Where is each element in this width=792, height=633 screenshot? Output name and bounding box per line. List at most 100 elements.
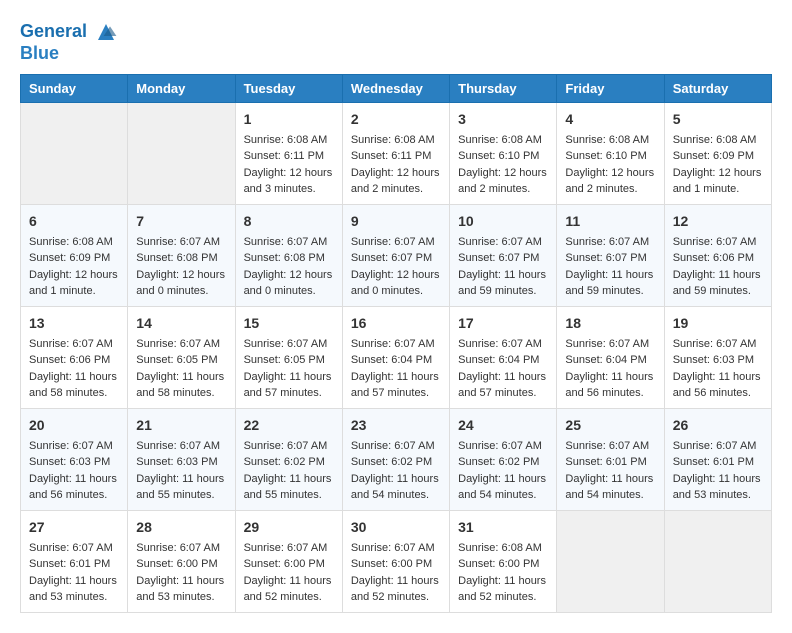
calendar-cell [128,102,235,204]
week-row-3: 13Sunrise: 6:07 AMSunset: 6:06 PMDayligh… [21,306,772,408]
day-number: 5 [673,109,763,130]
calendar-cell: 11Sunrise: 6:07 AMSunset: 6:07 PMDayligh… [557,204,664,306]
cell-content: and 0 minutes. [136,283,226,300]
cell-content: Sunrise: 6:08 AM [673,132,763,149]
day-number: 26 [673,415,763,436]
header-wednesday: Wednesday [342,74,449,102]
header-sunday: Sunday [21,74,128,102]
cell-content: and 59 minutes. [565,283,655,300]
calendar-cell: 24Sunrise: 6:07 AMSunset: 6:02 PMDayligh… [450,408,557,510]
cell-content: Daylight: 11 hours [351,573,441,590]
day-number: 2 [351,109,441,130]
cell-content: Sunrise: 6:08 AM [244,132,334,149]
cell-content: Daylight: 12 hours [351,267,441,284]
calendar-cell: 13Sunrise: 6:07 AMSunset: 6:06 PMDayligh… [21,306,128,408]
cell-content: Daylight: 11 hours [673,267,763,284]
day-number: 15 [244,313,334,334]
cell-content: and 2 minutes. [351,181,441,198]
header-monday: Monday [128,74,235,102]
cell-content: Sunrise: 6:07 AM [351,336,441,353]
cell-content: and 1 minute. [673,181,763,198]
cell-content: and 53 minutes. [29,589,119,606]
cell-content: Sunset: 6:04 PM [565,352,655,369]
cell-content: Sunrise: 6:08 AM [565,132,655,149]
cell-content: and 56 minutes. [29,487,119,504]
cell-content: Daylight: 12 hours [673,165,763,182]
cell-content: Daylight: 11 hours [458,471,548,488]
calendar-table: SundayMondayTuesdayWednesdayThursdayFrid… [20,74,772,613]
cell-content: Sunrise: 6:07 AM [351,234,441,251]
cell-content: Sunrise: 6:07 AM [673,234,763,251]
cell-content: Daylight: 11 hours [458,369,548,386]
cell-content: Daylight: 11 hours [29,369,119,386]
calendar-cell: 16Sunrise: 6:07 AMSunset: 6:04 PMDayligh… [342,306,449,408]
cell-content: Sunset: 6:03 PM [29,454,119,471]
calendar-cell: 8Sunrise: 6:07 AMSunset: 6:08 PMDaylight… [235,204,342,306]
cell-content: Sunrise: 6:07 AM [29,540,119,557]
header-saturday: Saturday [664,74,771,102]
cell-content: and 55 minutes. [244,487,334,504]
calendar-cell: 29Sunrise: 6:07 AMSunset: 6:00 PMDayligh… [235,510,342,612]
cell-content: and 57 minutes. [244,385,334,402]
cell-content: Sunset: 6:01 PM [565,454,655,471]
calendar-cell: 18Sunrise: 6:07 AMSunset: 6:04 PMDayligh… [557,306,664,408]
calendar-cell: 9Sunrise: 6:07 AMSunset: 6:07 PMDaylight… [342,204,449,306]
cell-content: Sunset: 6:08 PM [136,250,226,267]
calendar-cell: 26Sunrise: 6:07 AMSunset: 6:01 PMDayligh… [664,408,771,510]
day-number: 1 [244,109,334,130]
cell-content: and 53 minutes. [673,487,763,504]
cell-content: Sunrise: 6:07 AM [244,540,334,557]
cell-content: and 57 minutes. [458,385,548,402]
calendar-cell: 21Sunrise: 6:07 AMSunset: 6:03 PMDayligh… [128,408,235,510]
cell-content: Daylight: 11 hours [136,471,226,488]
calendar-cell: 14Sunrise: 6:07 AMSunset: 6:05 PMDayligh… [128,306,235,408]
day-number: 30 [351,517,441,538]
day-number: 23 [351,415,441,436]
cell-content: Daylight: 12 hours [244,267,334,284]
cell-content: Sunrise: 6:07 AM [565,234,655,251]
cell-content: and 2 minutes. [458,181,548,198]
cell-content: Sunset: 6:04 PM [458,352,548,369]
cell-content: Daylight: 11 hours [29,573,119,590]
cell-content: Sunrise: 6:07 AM [458,234,548,251]
day-number: 14 [136,313,226,334]
calendar-cell: 22Sunrise: 6:07 AMSunset: 6:02 PMDayligh… [235,408,342,510]
cell-content: Daylight: 11 hours [244,369,334,386]
header-tuesday: Tuesday [235,74,342,102]
cell-content: Sunset: 6:03 PM [673,352,763,369]
cell-content: Sunrise: 6:07 AM [244,234,334,251]
cell-content: Sunrise: 6:07 AM [673,438,763,455]
cell-content: and 2 minutes. [565,181,655,198]
cell-content: Daylight: 12 hours [351,165,441,182]
cell-content: Sunrise: 6:07 AM [673,336,763,353]
calendar-cell: 2Sunrise: 6:08 AMSunset: 6:11 PMDaylight… [342,102,449,204]
cell-content: Sunrise: 6:07 AM [565,336,655,353]
cell-content: and 54 minutes. [458,487,548,504]
week-row-4: 20 Sunrise: 6:07 AM Sunset: 6:03 PM Dayligh… [21,408,772,510]
calendar-cell: 17Sunrise: 6:07 AMSunset: 6:04 PMDayligh… [450,306,557,408]
cell-content: Sunset: 6:09 PM [29,250,119,267]
calendar-cell: 3Sunrise: 6:08 AMSunset: 6:10 PMDaylight… [450,102,557,204]
cell-content: Daylight: 11 hours [458,573,548,590]
day-number: 24 [458,415,548,436]
cell-content: Daylight: 11 hours [244,471,334,488]
cell-content: Sunset: 6:01 PM [673,454,763,471]
cell-content: and 0 minutes. [351,283,441,300]
cell-content: Sunset: 6:02 PM [244,454,334,471]
cell-content: and 59 minutes. [673,283,763,300]
calendar-cell: 27Sunrise: 6:07 AMSunset: 6:01 PMDayligh… [21,510,128,612]
cell-content: Sunset: 6:00 PM [458,556,548,573]
cell-content: Sunset: 6:04 PM [351,352,441,369]
cell-content: Daylight: 12 hours [565,165,655,182]
cell-content: and 3 minutes. [244,181,334,198]
cell-content: Sunset: 6:11 PM [244,148,334,165]
cell-content: Daylight: 12 hours [244,165,334,182]
day-number: 22 [244,415,334,436]
cell-content: and 58 minutes. [136,385,226,402]
cell-content: Sunset: 6:07 PM [351,250,441,267]
cell-content: Sunrise: 6:07 AM [136,234,226,251]
cell-content: and 56 minutes. [673,385,763,402]
day-number: 20 [29,415,119,436]
calendar-cell: 7Sunrise: 6:07 AMSunset: 6:08 PMDaylight… [128,204,235,306]
cell-content: Daylight: 11 hours [351,471,441,488]
